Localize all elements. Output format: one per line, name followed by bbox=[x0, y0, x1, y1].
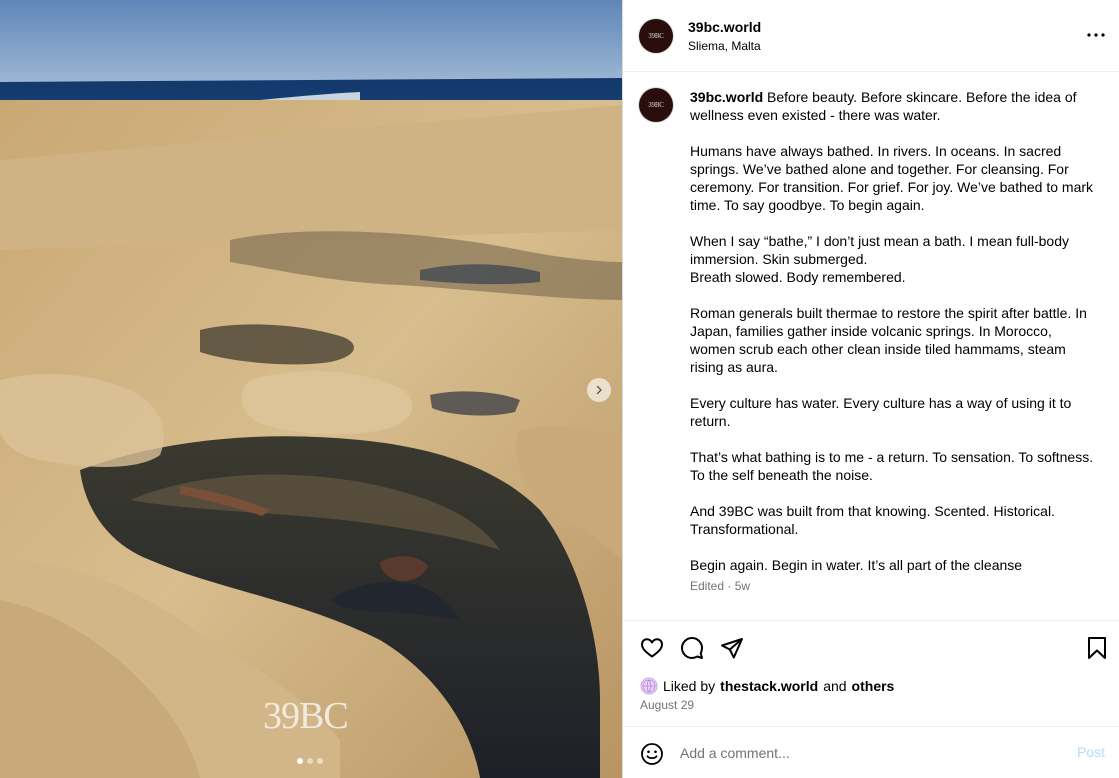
caption-section: 39BC 39bc.world Before beauty. Before sk… bbox=[623, 72, 1119, 620]
carousel-indicator bbox=[297, 758, 323, 764]
liked-by-others[interactable]: others bbox=[852, 678, 895, 694]
profile-avatar[interactable]: 39BC bbox=[639, 19, 673, 53]
header-username[interactable]: 39bc.world bbox=[688, 19, 761, 35]
post-modal: 39BC 39BC 39bc.world Sliema, Malta 39BC … bbox=[0, 0, 1119, 778]
caption-paragraph: Roman generals built thermae to restore … bbox=[690, 305, 1087, 375]
comment-button[interactable] bbox=[679, 635, 705, 661]
comment-bubble-icon bbox=[681, 637, 703, 659]
post-actions: Liked by thestack.world and others Augus… bbox=[623, 620, 1119, 726]
avatar-logo-text: 39BC bbox=[648, 101, 664, 109]
comment-composer: Post bbox=[623, 726, 1119, 778]
more-options-button[interactable] bbox=[1084, 25, 1108, 45]
caption-paragraph: Begin again. Begin in water. It’s all pa… bbox=[690, 557, 1023, 573]
caption-text: 39bc.world Before beauty. Before skincar… bbox=[690, 88, 1100, 594]
carousel-dot-3 bbox=[317, 758, 323, 764]
share-button[interactable] bbox=[719, 635, 745, 661]
caption-paragraph: When I say “bathe,” I don’t just mean a … bbox=[690, 232, 1100, 286]
post-media[interactable]: 39BC bbox=[0, 0, 622, 778]
smiley-icon bbox=[641, 743, 663, 765]
caption-paragraph: 39bc.world Before beauty. Before skincar… bbox=[690, 88, 1100, 124]
liked-by-user[interactable]: thestack.world bbox=[720, 678, 818, 694]
carousel-dot-2 bbox=[307, 758, 313, 764]
caption-username[interactable]: 39bc.world bbox=[690, 89, 763, 105]
save-button[interactable] bbox=[1084, 635, 1110, 661]
liker-avatar-icon[interactable] bbox=[640, 677, 658, 695]
like-button[interactable] bbox=[639, 635, 665, 661]
liked-by-line: Liked by thestack.world and others bbox=[640, 677, 894, 695]
caption-avatar[interactable]: 39BC bbox=[639, 88, 673, 122]
chevron-right-icon bbox=[596, 385, 602, 395]
caption-paragraph: Every culture has water. Every culture h… bbox=[690, 395, 1072, 429]
emoji-button[interactable] bbox=[639, 741, 665, 767]
caption-paragraph-text: When I say “bathe,” I don’t just mean a … bbox=[690, 233, 1069, 285]
post-date[interactable]: August 29 bbox=[640, 698, 694, 712]
brand-watermark: 39BC bbox=[263, 695, 349, 737]
caption-meta: Edited · 5w bbox=[690, 579, 751, 593]
header-location[interactable]: Sliema, Malta bbox=[688, 39, 761, 53]
next-slide-button[interactable] bbox=[587, 378, 611, 402]
liked-by-and: and bbox=[823, 678, 847, 694]
post-details-panel: 39BC 39bc.world Sliema, Malta 39BC 39bc.… bbox=[622, 0, 1119, 778]
carousel-dot-1 bbox=[297, 758, 303, 764]
avatar-logo-text: 39BC bbox=[648, 32, 664, 40]
more-options-icon bbox=[1087, 33, 1105, 37]
caption-paragraph: And 39BC was built from that knowing. Sc… bbox=[690, 503, 1055, 537]
post-comment-button[interactable]: Post bbox=[1077, 744, 1105, 760]
post-photo bbox=[0, 0, 622, 778]
comment-input[interactable] bbox=[680, 742, 1060, 764]
liked-by-prefix: Liked by bbox=[663, 678, 716, 694]
post-header: 39BC 39bc.world Sliema, Malta bbox=[623, 0, 1119, 72]
heart-icon bbox=[641, 638, 663, 658]
caption-paragraph: That’s what bathing is to me - a return.… bbox=[690, 449, 1094, 483]
paper-plane-icon bbox=[721, 638, 743, 659]
caption-paragraph: Humans have always bathed. In rivers. In… bbox=[690, 143, 1094, 213]
bookmark-icon bbox=[1088, 637, 1106, 659]
